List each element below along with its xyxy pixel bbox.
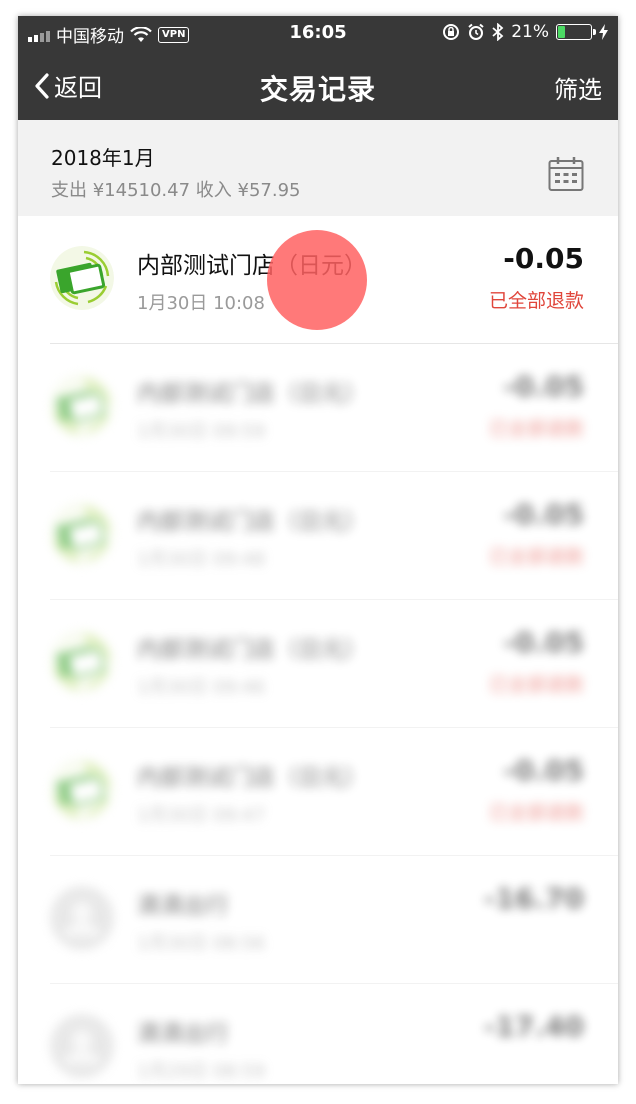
user-avatar-icon bbox=[50, 1014, 114, 1078]
transaction-date: 1月30日 09:46 bbox=[137, 677, 265, 698]
orientation-lock-icon bbox=[443, 24, 460, 40]
charging-icon bbox=[599, 24, 608, 40]
filter-button[interactable]: 筛选 bbox=[554, 70, 602, 105]
transaction-date: 1月30日 09:47 bbox=[137, 805, 265, 826]
transaction-status: 已全部退款 bbox=[488, 674, 584, 696]
calendar-icon bbox=[548, 157, 584, 191]
transaction-date: 1月30日 10:08 bbox=[137, 293, 265, 314]
touch-indicator bbox=[267, 230, 367, 330]
transaction-amount: -16.70 bbox=[483, 882, 584, 915]
user-avatar-icon bbox=[50, 886, 114, 950]
transaction-date: 1月30日 09:48 bbox=[137, 549, 265, 570]
transaction-amount: -0.05 bbox=[503, 370, 584, 403]
merchant-card-icon bbox=[50, 758, 114, 822]
transaction-amount: -0.05 bbox=[503, 242, 584, 275]
transaction-date: 1月29日 08:59 bbox=[137, 1061, 265, 1082]
transaction-date: 1月30日 08:56 bbox=[137, 933, 265, 954]
transaction-name: 滴滴出行 bbox=[137, 893, 229, 919]
transaction-row[interactable]: 内部测试门店（日元） 1月30日 09:48 -0.05 已全部退款 bbox=[18, 472, 618, 600]
transaction-row[interactable]: 滴滴出行 1月30日 08:56 -16.70 bbox=[18, 856, 618, 984]
merchant-card-icon bbox=[50, 630, 114, 694]
battery-icon bbox=[556, 24, 596, 40]
transaction-status: 已全部退款 bbox=[488, 802, 584, 824]
transaction-status: 已全部退款 bbox=[488, 418, 584, 440]
calendar-button[interactable] bbox=[548, 156, 584, 196]
transaction-amount: -17.40 bbox=[483, 1010, 584, 1043]
bluetooth-icon bbox=[492, 23, 504, 41]
battery-percent: 21% bbox=[511, 22, 549, 42]
transaction-row[interactable]: 内部测试门店（日元） 1月30日 09:46 -0.05 已全部退款 bbox=[18, 600, 618, 728]
battery-level bbox=[558, 26, 566, 38]
transaction-status: 已全部退款 bbox=[488, 290, 584, 312]
transaction-row[interactable]: 滴滴出行 1月29日 08:59 -17.40 bbox=[18, 984, 618, 1084]
transaction-name: 内部测试门店（日元） bbox=[137, 765, 367, 791]
transaction-amount: -0.05 bbox=[503, 754, 584, 787]
transaction-row[interactable]: 内部测试门店（日元） 1月30日 09:59 -0.05 已全部退款 bbox=[18, 344, 618, 472]
navigation-bar: 返回 交易记录 筛选 bbox=[18, 52, 618, 120]
month-summary: 支出 ¥14510.47 收入 ¥57.95 bbox=[51, 180, 301, 201]
transaction-status: 已全部退款 bbox=[488, 546, 584, 568]
phone-screen: 中国移动 VPN 16:05 21% 返回 交易记录 筛选 2018年1月 支出… bbox=[18, 16, 618, 1084]
month-label: 2018年1月 bbox=[51, 146, 155, 170]
transaction-name: 内部测试门店（日元） bbox=[137, 637, 367, 663]
transaction-row[interactable]: 内部测试门店（日元） 1月30日 09:47 -0.05 已全部退款 bbox=[18, 728, 618, 856]
alarm-icon bbox=[468, 23, 484, 40]
transaction-name: 内部测试门店（日元） bbox=[137, 381, 367, 407]
merchant-card-icon bbox=[50, 246, 114, 310]
status-bar: 中国移动 VPN 16:05 21% bbox=[18, 16, 618, 52]
merchant-card-icon bbox=[50, 502, 114, 566]
month-header: 2018年1月 支出 ¥14510.47 收入 ¥57.95 bbox=[18, 120, 618, 216]
transaction-name: 滴滴出行 bbox=[137, 1021, 229, 1047]
merchant-card-icon bbox=[50, 374, 114, 438]
transaction-name: 内部测试门店（日元） bbox=[137, 509, 367, 535]
top-bar: 中国移动 VPN 16:05 21% 返回 交易记录 筛选 bbox=[18, 16, 618, 120]
transaction-date: 1月30日 09:59 bbox=[137, 421, 265, 442]
transaction-amount: -0.05 bbox=[503, 626, 584, 659]
transaction-amount: -0.05 bbox=[503, 498, 584, 531]
page-title: 交易记录 bbox=[259, 73, 376, 106]
